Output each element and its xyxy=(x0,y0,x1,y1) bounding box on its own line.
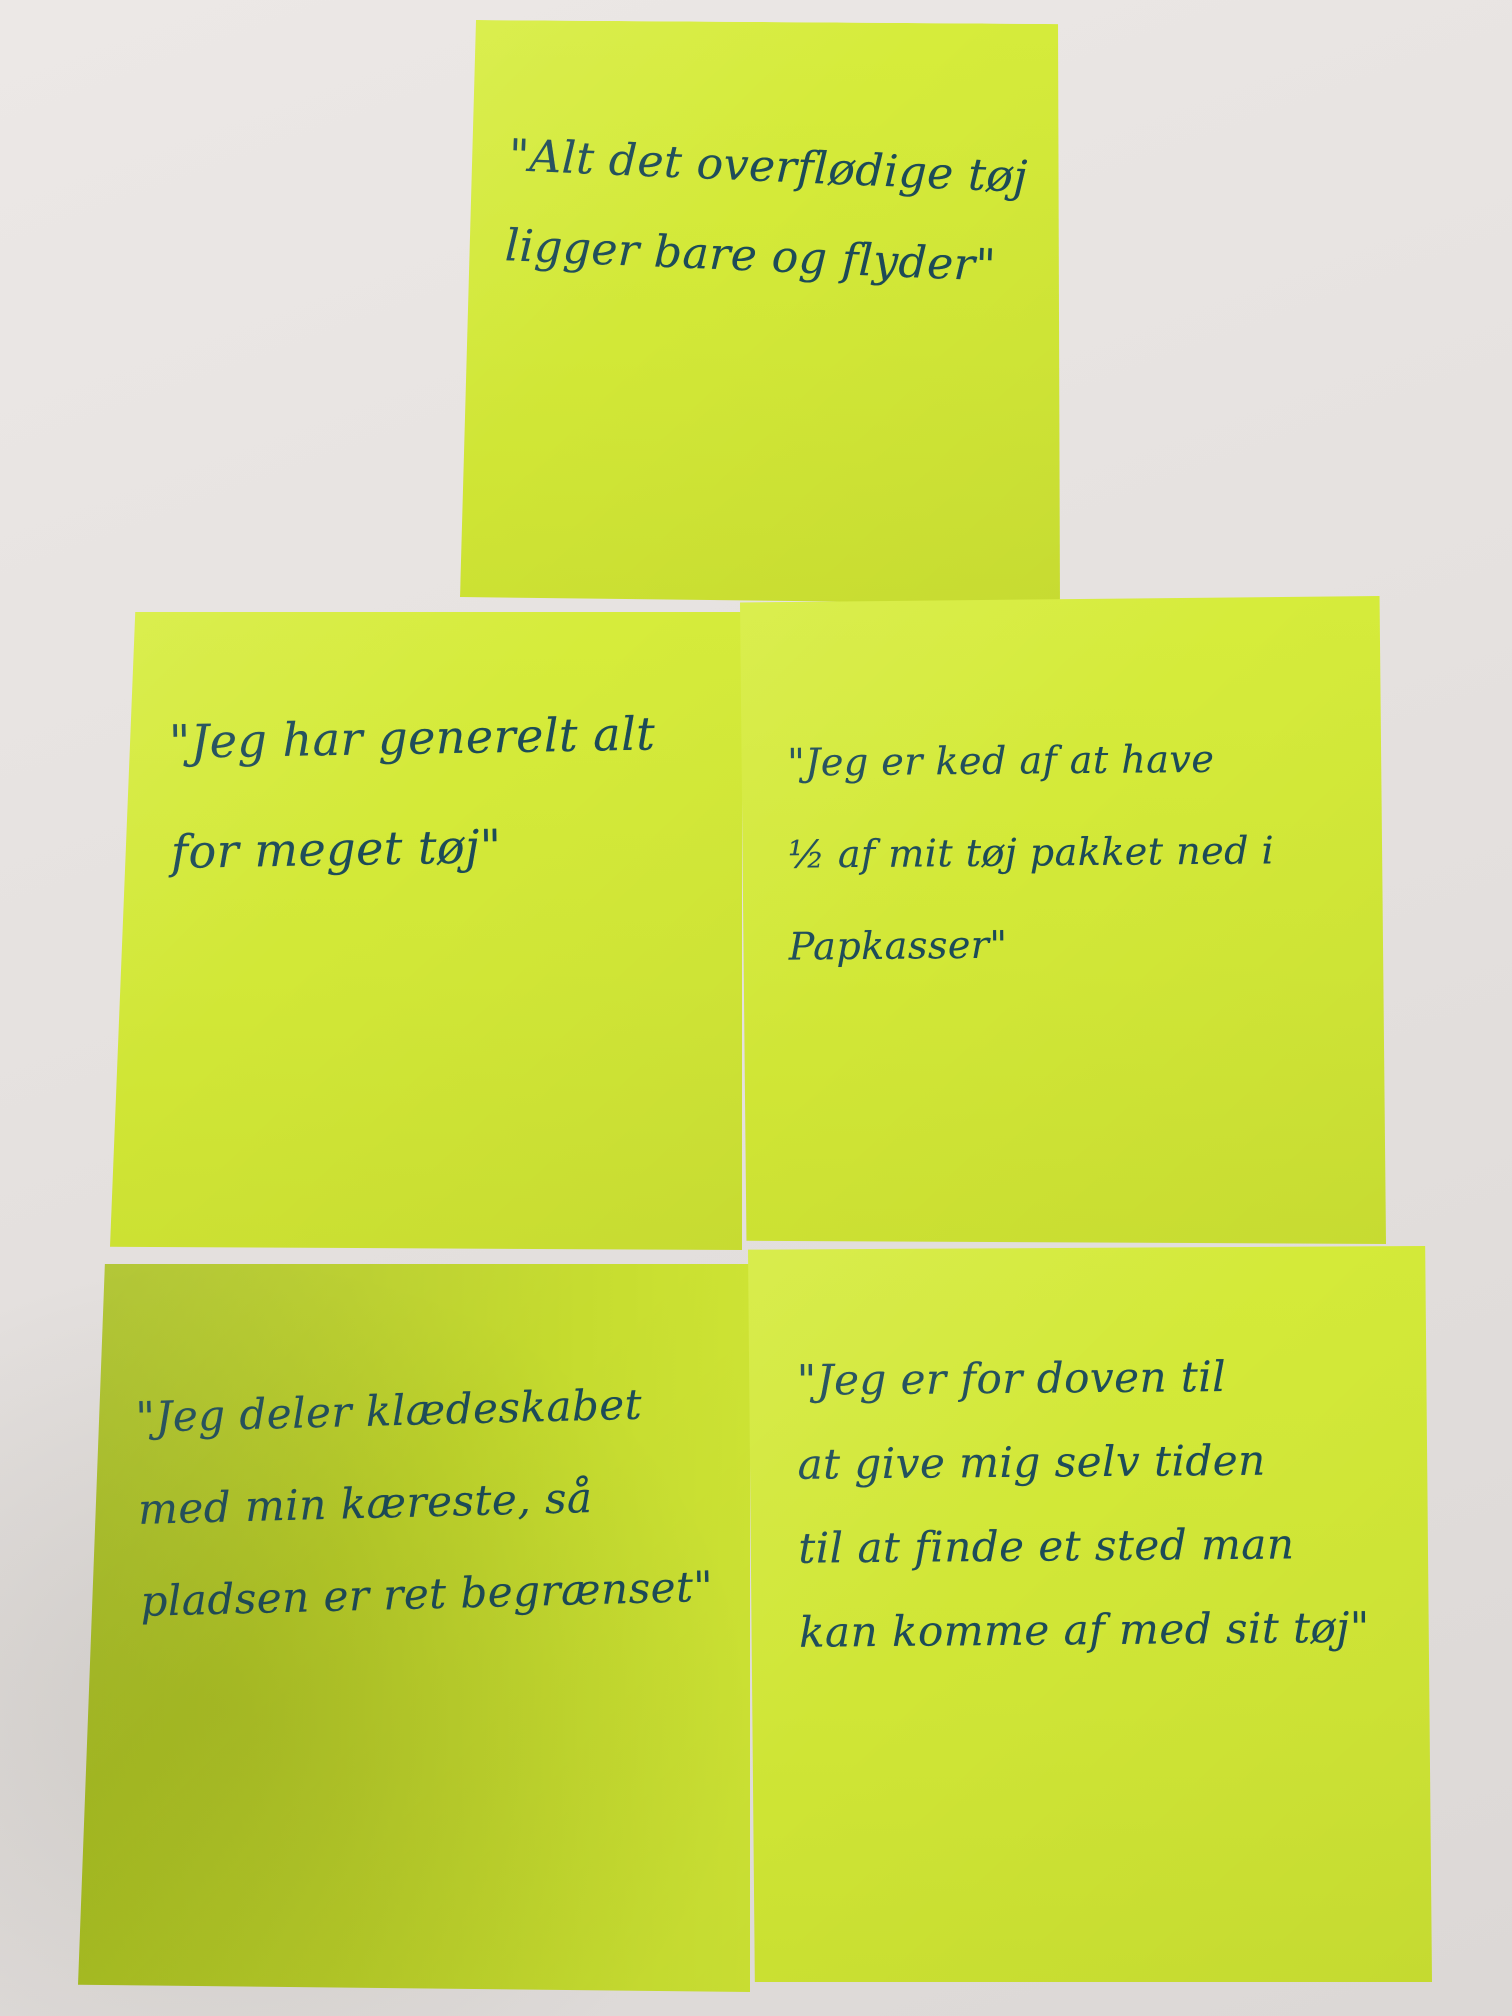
handwritten-quote: "Jeg deler klædeskabet med min kæreste, … xyxy=(135,1379,714,1626)
sticky-note: "Alt det overflødige tøj ligger bare og … xyxy=(460,20,1064,604)
sticky-note: "Jeg har generelt alt for meget tøj" xyxy=(110,612,742,1250)
handwritten-quote: "Jeg er ked af at have ½ af mit tøj pakk… xyxy=(787,736,1275,969)
sticky-note: "Jeg er for doven til at give mig selv t… xyxy=(748,1246,1432,1982)
handwritten-quote: "Jeg har generelt alt for meget tøj" xyxy=(168,706,656,879)
table-surface: "Alt det overflødige tøj ligger bare og … xyxy=(0,0,1512,2016)
handwritten-quote: "Alt det overflødige tøj ligger bare og … xyxy=(503,130,1029,292)
handwritten-quote: "Jeg er for doven til at give mig selv t… xyxy=(796,1351,1370,1657)
sticky-note: "Jeg er ked af at have ½ af mit tøj pakk… xyxy=(740,596,1386,1244)
sticky-note: "Jeg deler klædeskabet med min kæreste, … xyxy=(78,1264,750,1992)
